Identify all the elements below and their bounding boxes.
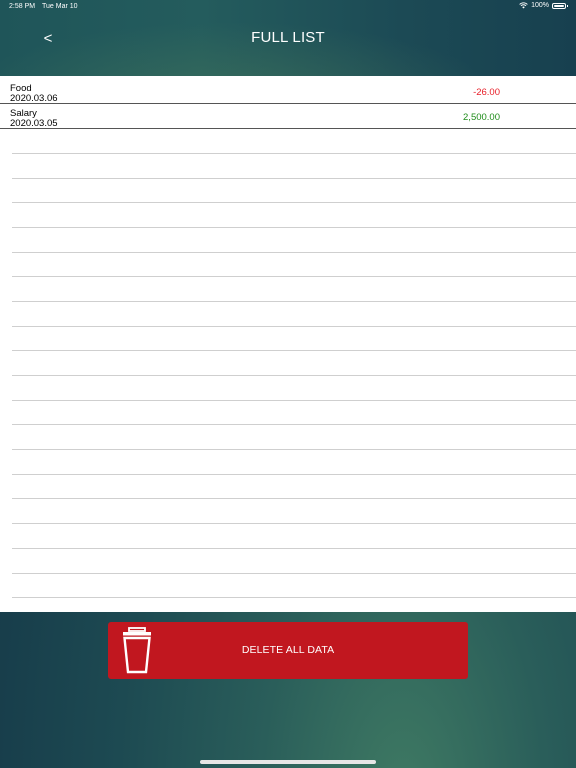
empty-row-divider <box>12 597 576 598</box>
page-title: FULL LIST <box>251 29 325 46</box>
empty-row-divider <box>12 178 576 179</box>
status-date: Tue Mar 10 <box>42 3 78 10</box>
empty-row-divider <box>12 424 576 425</box>
empty-row-divider <box>12 474 576 475</box>
battery-percent: 100% <box>531 2 549 9</box>
entry-date: 2020.03.05 <box>10 118 58 129</box>
empty-row-divider <box>12 400 576 401</box>
empty-row-divider <box>12 252 576 253</box>
empty-row-divider <box>12 276 576 277</box>
battery-icon <box>552 2 568 9</box>
empty-row-divider <box>12 326 576 327</box>
empty-row-divider <box>12 227 576 228</box>
status-indicators: 100% <box>519 2 568 9</box>
entry-date: 2020.03.06 <box>10 93 58 104</box>
empty-row-divider <box>12 202 576 203</box>
entry-amount: 2,500.00 <box>463 112 500 123</box>
status-bar: 2:58 PM Tue Mar 10 100% <box>0 0 576 14</box>
home-indicator[interactable] <box>200 760 376 764</box>
empty-row-divider <box>12 573 576 574</box>
delete-all-label: DELETE ALL DATA <box>241 644 335 656</box>
transaction-list: Food 2020.03.06 -26.00 Salary 2020.03.05… <box>0 76 576 612</box>
empty-row-divider <box>12 153 576 154</box>
empty-row-divider <box>12 350 576 351</box>
empty-row-divider <box>12 523 576 524</box>
empty-row-divider <box>12 449 576 450</box>
status-time: 2:58 PM <box>9 3 36 10</box>
empty-row-divider <box>12 375 576 376</box>
empty-row-divider <box>12 548 576 549</box>
empty-row-divider <box>12 301 576 302</box>
list-item[interactable]: Salary 2020.03.05 2,500.00 <box>0 104 576 129</box>
list-item[interactable]: Food 2020.03.06 -26.00 <box>0 79 576 104</box>
wifi-icon <box>519 2 528 9</box>
empty-row-divider <box>12 498 576 499</box>
header: 2:58 PM Tue Mar 10 100% < FULL LIST <box>0 0 576 76</box>
entry-amount: -26.00 <box>473 87 500 98</box>
delete-all-button[interactable]: DELETE ALL DATA <box>108 622 468 679</box>
